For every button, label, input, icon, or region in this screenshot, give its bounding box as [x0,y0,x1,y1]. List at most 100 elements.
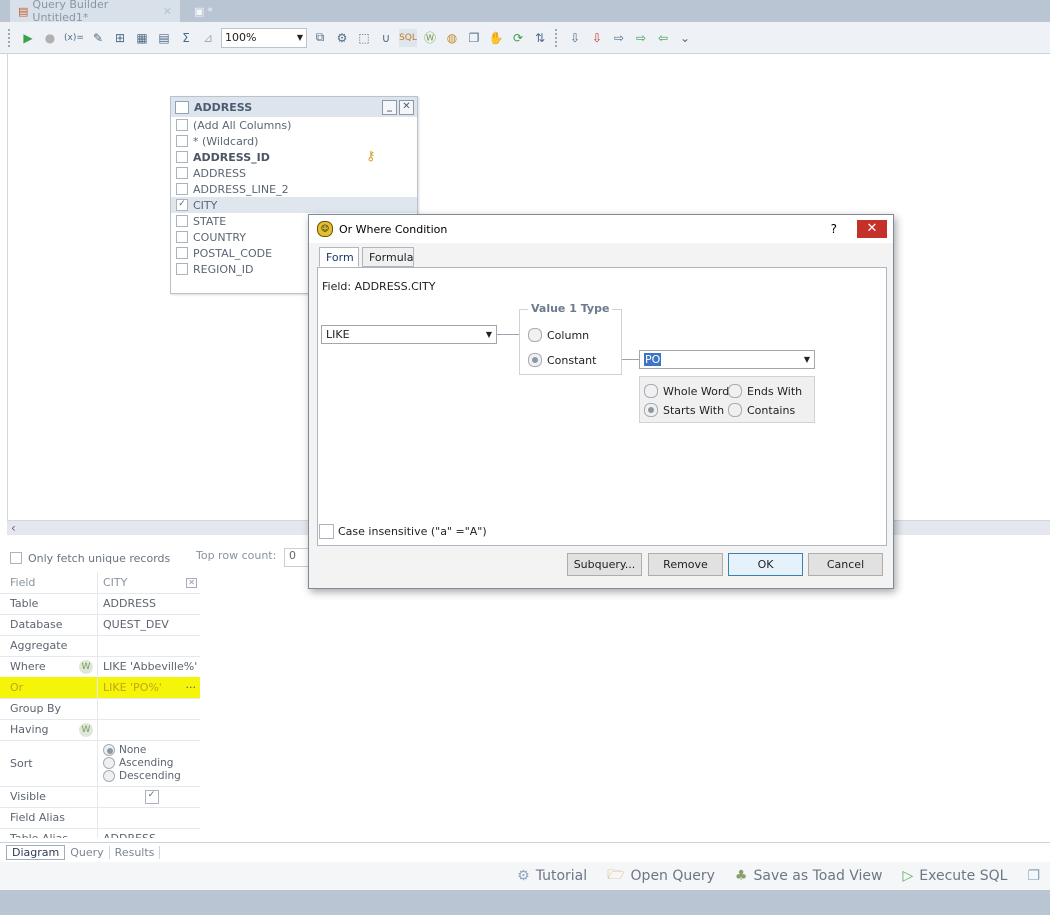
stop-icon[interactable]: ● [41,29,59,47]
grid-row-aggregate[interactable]: Aggregate [0,635,200,657]
column-checkbox[interactable] [176,247,188,259]
subquery-button[interactable]: Subquery... [567,553,642,576]
grid-icon[interactable]: ▦ [133,29,151,47]
ellipsis-button[interactable]: ··· [186,681,197,694]
close-button[interactable]: ✕ [857,220,887,238]
column-checkbox[interactable] [176,215,188,227]
column-checkbox[interactable] [176,183,188,195]
grid-row-group-by[interactable]: Group By [0,698,200,720]
where-icon[interactable]: Ⓦ [421,29,439,47]
close-icon[interactable]: ✕ [186,577,197,588]
overflow-icon[interactable]: ❐ [1027,868,1040,884]
grid-row-value[interactable]: ✓ [98,786,200,807]
grid-row-or[interactable]: Or LIKE 'PO%' ··· [0,677,200,699]
tutorial-button[interactable]: ⚙ Tutorial [517,868,587,884]
close-icon[interactable]: ✕ [399,99,414,115]
tab-secondary[interactable]: ▣ * [186,0,226,22]
sort-option-ascending[interactable]: Ascending [103,757,173,769]
sort-option-none[interactable]: None [103,744,146,756]
radio-contains[interactable]: Contains [728,403,795,417]
grid-row-value[interactable]: ADDRESS [98,593,200,614]
radio-whole-word[interactable]: Whole Word [644,384,729,398]
layout-icon[interactable]: ⧉ [311,29,329,47]
grid-row-value[interactable] [98,807,200,828]
grid-row-value[interactable] [98,698,200,719]
visible-checkbox[interactable]: ✓ [144,789,159,804]
hand-icon[interactable]: ✋ [487,29,505,47]
tab-diagram[interactable]: Diagram [6,845,66,860]
grid-row-value[interactable]: None Ascending Descending [98,740,200,786]
grid-row-table[interactable]: Table ADDRESS [0,593,200,615]
radio-constant[interactable]: Constant [528,353,596,367]
tab-results[interactable]: Results [110,846,161,859]
tab-form[interactable]: Form [319,247,359,267]
grid-row-value[interactable] [98,719,200,740]
ok-button[interactable]: OK [728,553,803,576]
select-icon[interactable]: ⬚ [355,29,373,47]
column-item[interactable]: ADDRESS [171,165,417,181]
radio-column[interactable]: Column [528,328,589,342]
case-checkbox[interactable] [319,524,334,539]
column-checkbox[interactable] [176,167,188,179]
sync-icon[interactable]: ⇅ [531,29,549,47]
column-checkbox[interactable] [176,151,188,163]
edit-icon[interactable]: ✎ [89,29,107,47]
add-table-icon[interactable]: ⊞ [111,29,129,47]
grid-row-sort[interactable]: Sort None Ascending Descending [0,740,200,787]
export3-icon[interactable]: ⇨ [610,29,628,47]
where-icon[interactable]: W [79,659,93,674]
globe-icon[interactable]: ◍ [443,29,461,47]
column-item[interactable]: ✓ CITY [171,197,417,213]
grid-row-value[interactable] [98,635,200,656]
sql-icon[interactable]: SQL [399,28,417,47]
grid-row-where[interactable]: Where W LIKE 'Abbeville%' [0,656,200,678]
grid-row-having[interactable]: Having W [0,719,200,741]
export4-icon[interactable]: ⇨ [632,29,650,47]
grid-row-field-alias[interactable]: Field Alias [0,807,200,829]
tab-query[interactable]: Query [65,846,110,859]
case-insensitive-option[interactable]: Case insensitive ("a" ="A") [319,524,487,539]
scroll-left-icon[interactable]: ‹ [11,521,16,535]
column-item[interactable]: ADDRESS_ID [171,149,417,165]
column-checkbox[interactable] [176,119,188,131]
grid-row-value[interactable]: ADDRESS [98,828,200,838]
grid-row-value[interactable]: LIKE 'PO%' ··· [98,677,200,698]
column-checkbox[interactable] [176,231,188,243]
remove-button[interactable]: Remove [648,553,723,576]
cancel-button[interactable]: Cancel [808,553,883,576]
union-icon[interactable]: ∪ [377,29,395,47]
open-query-button[interactable]: 🗁 Open Query [607,864,715,888]
close-icon[interactable]: ✕ [163,5,172,18]
column-item[interactable]: ADDRESS_LINE_2 [171,181,417,197]
unique-checkbox[interactable] [10,552,22,564]
dialog-titlebar[interactable]: ☺ Or Where Condition ? ✕ [309,215,893,243]
sort-option-descending[interactable]: Descending [103,770,181,782]
variables-icon[interactable]: (x)= [63,29,85,47]
filter-icon[interactable]: ⊿ [199,29,217,47]
column-checkbox[interactable] [176,135,188,147]
grid-row-value[interactable]: LIKE 'Abbeville%' [98,656,200,677]
grid-row-visible[interactable]: Visible ✓ [0,786,200,808]
tab-query-builder[interactable]: ▤ Query Builder Untitled1* ✕ [10,0,180,24]
export-icon[interactable]: ⇩ [566,29,584,47]
table-widget-header[interactable]: ADDRESS _ ✕ [171,97,417,117]
where-icon[interactable]: W [79,722,93,737]
columns-icon[interactable]: ▤ [155,29,173,47]
column-checkbox[interactable]: ✓ [176,199,188,211]
save-view-button[interactable]: ♣ Save as Toad View [735,868,883,884]
export5-icon[interactable]: ⇦ [654,29,672,47]
minimize-icon[interactable]: _ [382,99,397,115]
copy-icon[interactable]: ❐ [465,29,483,47]
grid-row-value[interactable]: QUEST_DEV [98,614,200,635]
refresh-icon[interactable]: ⟳ [509,29,527,47]
overflow-icon[interactable]: ⌄ [676,29,694,47]
zoom-dropdown[interactable]: 100% ▼ [221,27,307,48]
grid-row-table-alias[interactable]: Table Alias ADDRESS [0,828,200,838]
radio-ends-with[interactable]: Ends With [728,384,802,398]
sum-icon[interactable]: Σ [177,29,195,47]
run-icon[interactable]: ▶ [19,29,37,47]
column-item[interactable]: * (Wildcard) [171,133,417,149]
value-input[interactable]: PO ▼ [639,350,815,369]
grid-row-database[interactable]: Database QUEST_DEV [0,614,200,636]
tools-icon[interactable]: ⚙ [333,29,351,47]
